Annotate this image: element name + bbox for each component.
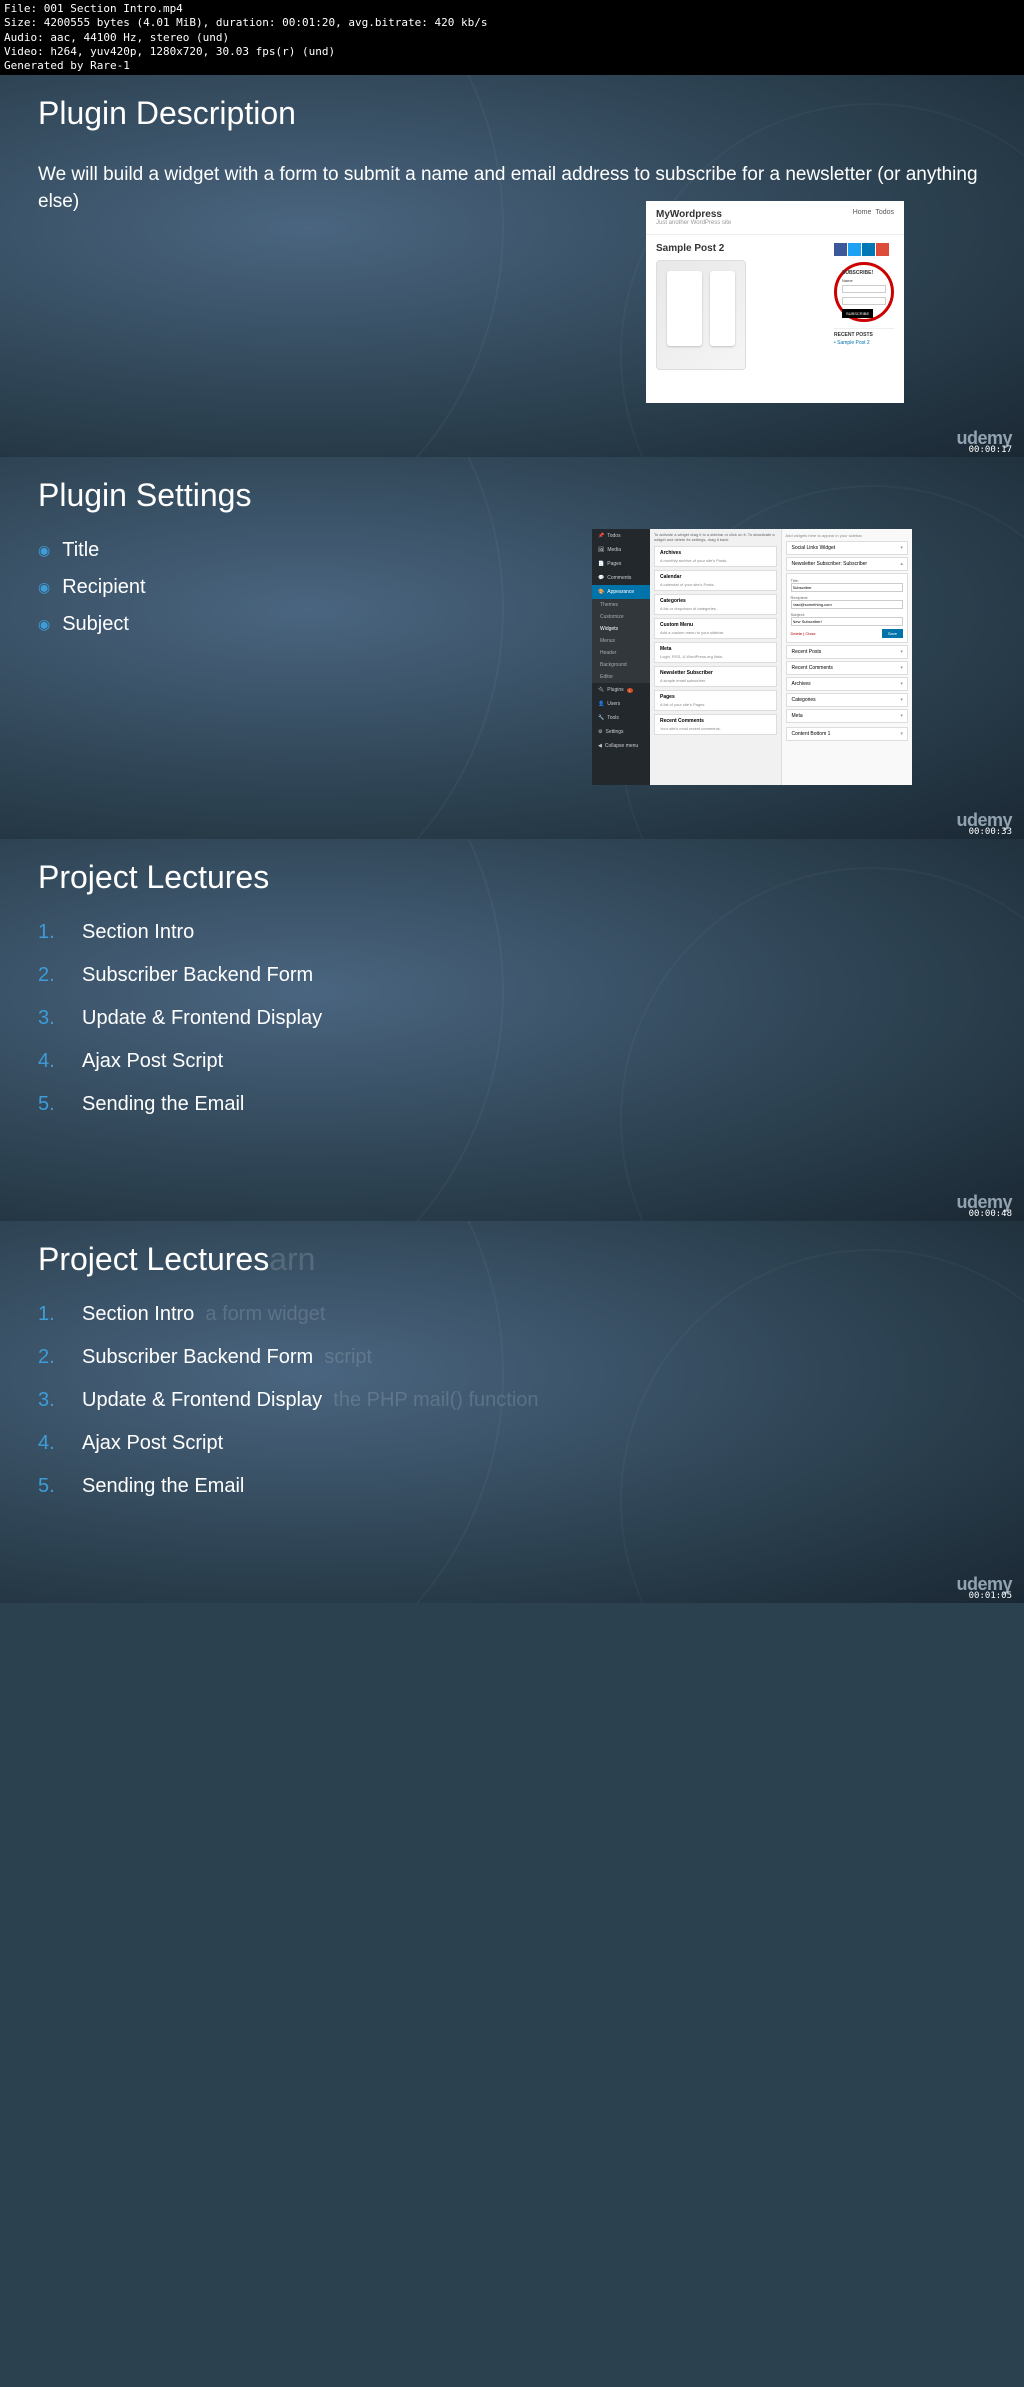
menu-collapse: ◀ Collapse menu (592, 739, 650, 753)
submenu-widgets: Widgets (592, 623, 650, 635)
meta-size: Size: 4200555 bytes (4.01 MiB), duration… (4, 16, 1020, 30)
menu-settings: ⚙ Settings (592, 725, 650, 739)
name-input (842, 285, 886, 293)
post-title: Sample Post 2 (656, 243, 824, 254)
menu-pages: 📄 Pages (592, 557, 650, 571)
submenu-editor: Editor (592, 671, 650, 683)
zone-meta: Meta▾ (786, 709, 909, 723)
meta-gen: Generated by Rare-1 (4, 59, 1020, 73)
slide-project-lectures-transition: Project Lecturesarn Section Intro a form… (0, 1221, 1024, 1603)
recent-posts-heading: RECENT POSTS • Sample Post 2 (834, 328, 894, 346)
facebook-icon (834, 243, 847, 256)
linkedin-icon (862, 243, 875, 256)
lecture-item: Sending the Email (38, 1093, 1024, 1116)
subscribe-heading: SUBSCRIBE! (842, 270, 886, 276)
menu-appearance: 🎨 Appearance (592, 585, 650, 599)
slide-plugin-settings: Plugin Settings Title Recipient Subject … (0, 457, 1024, 839)
lecture-item: Section Intro (38, 921, 1024, 944)
zone-hint: Add widgets here to appear in your sideb… (786, 533, 909, 538)
lecture-item: Subscriber Backend Form script (38, 1346, 1024, 1369)
video-timestamp: 00:01:05 (969, 1591, 1012, 1601)
zone-content-bottom: Content Bottom 1▾ (786, 727, 909, 741)
submenu-customize: Customize (592, 611, 650, 623)
submenu-background: Background (592, 659, 650, 671)
video-timestamp: 00:00:48 (969, 1209, 1012, 1219)
menu-media: 🖼 Media (592, 543, 650, 557)
zone-categories: Categories▾ (786, 693, 909, 707)
widget-recent-comments: Recent CommentsYour site's most recent c… (654, 714, 777, 735)
video-timestamp: 00:00:33 (969, 827, 1012, 837)
widget-custom-menu: Custom MenuAdd a custom menu to your sid… (654, 618, 777, 639)
zone-newsletter-expanded: Title: Recipient: Subject: Delete | Clos… (786, 573, 909, 643)
social-icons (834, 243, 894, 256)
lecture-item: Subscriber Backend Form (38, 964, 1024, 987)
widget-calendar: CalendarA calendar of your site's Posts. (654, 570, 777, 591)
submenu-menus: Menus (592, 635, 650, 647)
lectures-list: Section Intro a form widget Subscriber B… (0, 1278, 1024, 1498)
title-input (791, 583, 904, 592)
menu-comments: 💬 Comments (592, 571, 650, 585)
name-label: Name (842, 278, 886, 283)
slide-title: Project Lectures (0, 839, 1024, 896)
ghost-title-suffix: arn (269, 1241, 315, 1277)
widget-meta: MetaLogin, RSS, & WordPress.org links. (654, 642, 777, 663)
nav-todos: Todos (875, 209, 894, 216)
save-button: Save (882, 629, 903, 638)
lecture-item: Section Intro a form widget (38, 1303, 1024, 1326)
site-tagline: Just another WordPress site (656, 220, 894, 226)
meta-video: Video: h264, yuv420p, 1280x720, 30.03 fp… (4, 45, 1020, 59)
post-image-phones (656, 260, 746, 370)
submenu-header: Header (592, 647, 650, 659)
lecture-item: Ajax Post Script (38, 1050, 1024, 1073)
slide-title: Plugin Settings (0, 457, 1024, 514)
recent-post-link: • Sample Post 2 (834, 340, 894, 346)
lectures-list: Section Intro Subscriber Backend Form Up… (0, 896, 1024, 1116)
wordpress-frontend-thumbnail: Home Todos MyWordpress Just another Word… (646, 201, 904, 403)
lecture-item: Sending the Email (38, 1475, 1024, 1498)
lecture-item: Update & Frontend Display (38, 1007, 1024, 1030)
subscribe-button: SUBSCRIBE (842, 309, 873, 318)
recipient-input (791, 600, 904, 609)
video-timestamp: 00:00:17 (969, 445, 1012, 455)
twitter-icon (848, 243, 861, 256)
slide-title: Project Lecturesarn (0, 1221, 1024, 1278)
ghost-text: the PHP mail() function (333, 1389, 538, 1412)
sidebar-widgets-column: Add widgets here to appear in your sideb… (781, 529, 913, 785)
delete-link: Delete | Close (791, 631, 816, 636)
menu-tools: 🔧 Tools (592, 711, 650, 725)
zone-recent-posts: Recent Posts▾ (786, 645, 909, 659)
slide-project-lectures: Project Lectures Section Intro Subscribe… (0, 839, 1024, 1221)
wordpress-admin-thumbnail: 📌 Todos 🖼 Media 📄 Pages 💬 Comments 🎨 App… (592, 529, 912, 785)
widget-categories: CategoriesA list or dropdown of categori… (654, 594, 777, 615)
nav-home: Home (853, 209, 872, 216)
available-widgets-column: To activate a widget drag it to a sideba… (650, 529, 781, 785)
widget-archives: ArchivesA monthly archive of your site's… (654, 546, 777, 567)
zone-archives: Archives▾ (786, 677, 909, 691)
zone-social-links: Social Links Widget▾ (786, 541, 909, 555)
zone-recent-comments: Recent Comments▾ (786, 661, 909, 675)
meta-audio: Audio: aac, 44100 Hz, stereo (und) (4, 31, 1020, 45)
submenu-themes: Themes (592, 599, 650, 611)
file-metadata: File: 001 Section Intro.mp4 Size: 420055… (0, 0, 1024, 75)
subscribe-widget-highlighted: SUBSCRIBE! Name SUBSCRIBE (834, 262, 894, 322)
email-input (842, 297, 886, 305)
ghost-text: a form widget (205, 1303, 325, 1326)
widget-newsletter-subscriber: Newsletter SubscriberA simple email subs… (654, 666, 777, 687)
slide-plugin-description: Plugin Description We will build a widge… (0, 75, 1024, 457)
meta-file: File: 001 Section Intro.mp4 (4, 2, 1020, 16)
menu-users: 👤 Users (592, 697, 650, 711)
zone-newsletter-title: Newsletter Subscriber: Subscriber▴ (786, 557, 909, 571)
google-plus-icon (876, 243, 889, 256)
menu-todos: 📌 Todos (592, 529, 650, 543)
widgets-hint: To activate a widget drag it to a sideba… (654, 533, 777, 543)
slide-title: Plugin Description (0, 75, 1024, 132)
ghost-text: script (324, 1346, 372, 1369)
lecture-item: Ajax Post Script (38, 1432, 1024, 1455)
admin-sidebar: 📌 Todos 🖼 Media 📄 Pages 💬 Comments 🎨 App… (592, 529, 650, 785)
widget-pages: PagesA list of your site's Pages. (654, 690, 777, 711)
menu-plugins: 🔌 Plugins 1 (592, 683, 650, 697)
lecture-item: Update & Frontend Display the PHP mail()… (38, 1389, 1024, 1412)
subject-input (791, 617, 904, 626)
